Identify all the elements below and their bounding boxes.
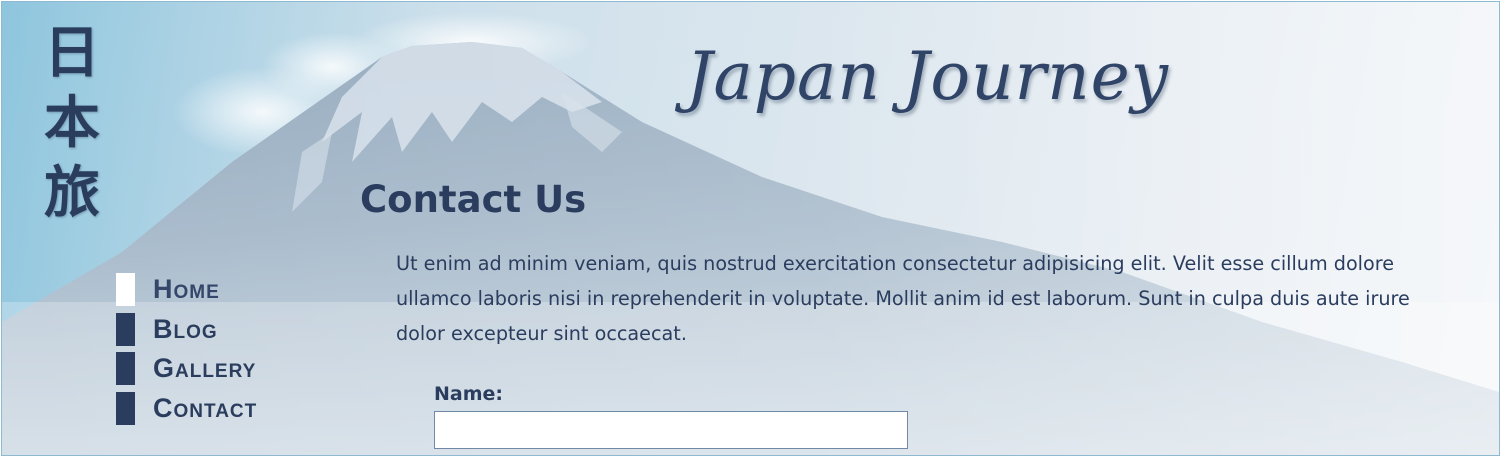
nav-marker — [116, 312, 135, 346]
intro-paragraph: Ut enim ad minim veniam, quis nostrud ex… — [396, 252, 1410, 345]
nav-item-label: Blog — [153, 313, 218, 344]
main-nav: Home Blog Gallery Contact — [116, 270, 257, 428]
name-label: Name: — [434, 383, 504, 405]
nav-item-blog[interactable]: Blog — [116, 310, 257, 350]
site-title: Japan Journey — [686, 38, 1169, 115]
page-frame: 日 本 旅 Japan Journey Home Blog Gallery Co… — [1, 1, 1500, 456]
nav-item-home[interactable]: Home — [116, 270, 257, 310]
nav-marker — [116, 391, 135, 425]
nav-item-gallery[interactable]: Gallery — [116, 349, 257, 389]
nav-item-contact[interactable]: Contact — [116, 389, 257, 429]
nav-item-label: Home — [153, 274, 220, 305]
nav-item-label: Gallery — [153, 353, 257, 384]
nav-marker — [116, 273, 135, 307]
name-input[interactable] — [434, 411, 908, 449]
kanji-char: 本 — [44, 90, 100, 156]
kanji-char: 旅 — [44, 160, 100, 226]
page-title: Contact Us — [360, 178, 587, 221]
kanji-logo[interactable]: 日 本 旅 — [32, 18, 112, 228]
nav-item-label: Contact — [153, 392, 258, 423]
nav-marker — [116, 352, 135, 386]
kanji-char: 日 — [44, 20, 100, 86]
